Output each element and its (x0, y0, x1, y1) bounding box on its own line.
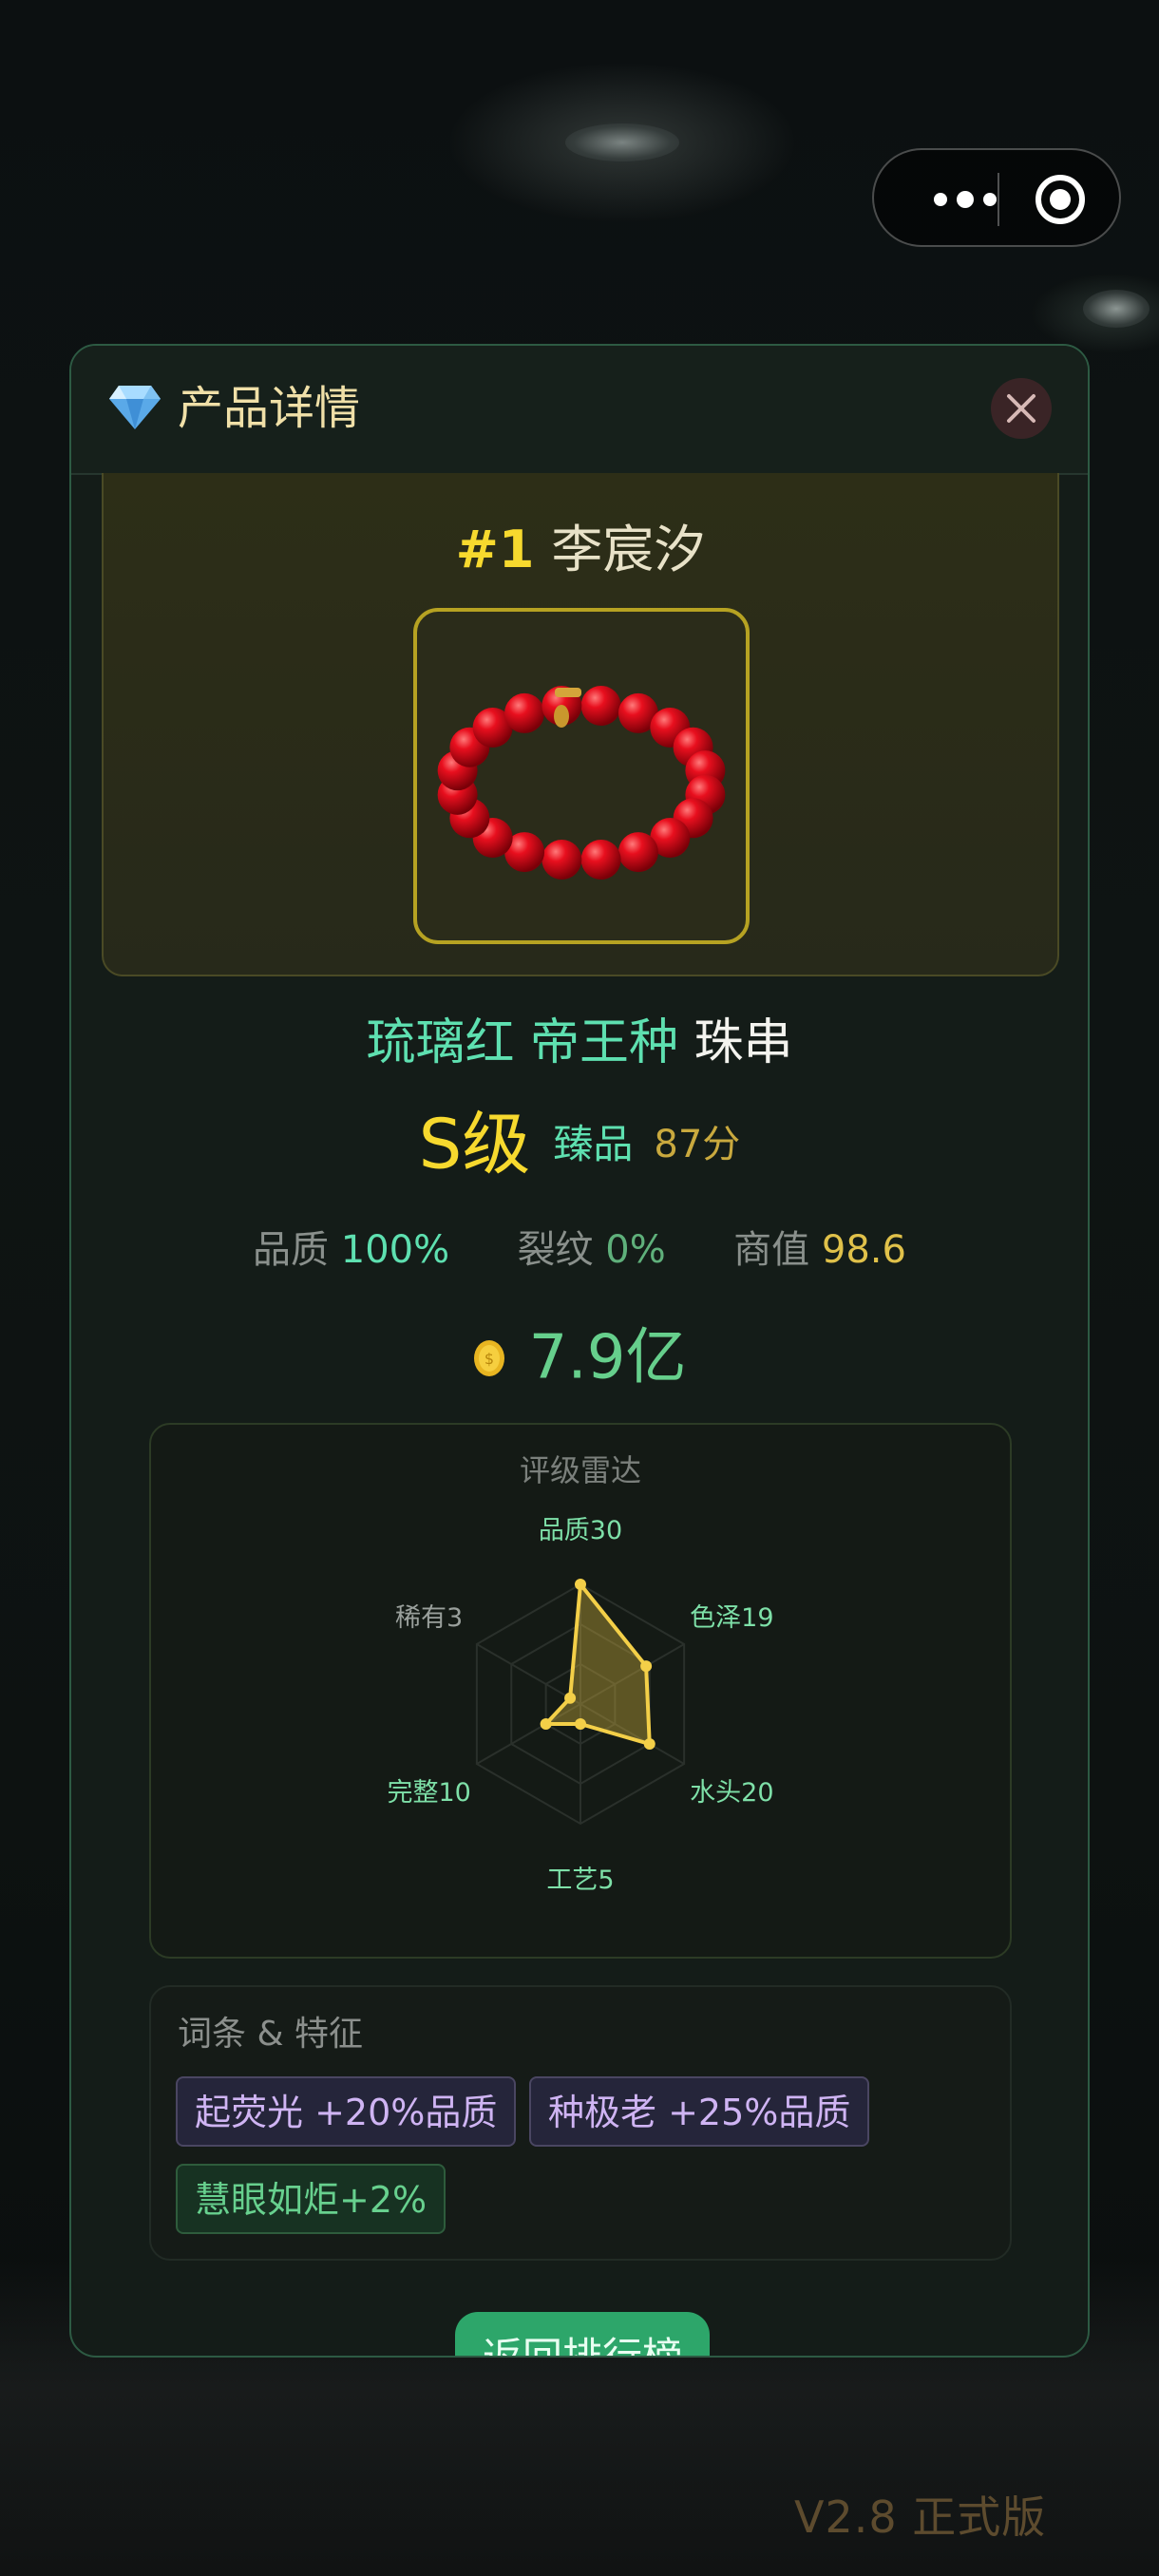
value-label: 商值 (733, 1228, 810, 1272)
modal-title: 产品详情 (178, 382, 361, 435)
radar-axis-label: 稀有3 (395, 1603, 463, 1633)
bracelet-image (437, 686, 726, 880)
crack-label: 裂纹 (517, 1228, 594, 1272)
radar-point (575, 1718, 586, 1730)
radar-axis-label: 水头20 (690, 1778, 773, 1808)
radar-axis-label: 色泽19 (690, 1603, 773, 1633)
bracelet-bead (618, 832, 658, 873)
stats-line: 品质 100% 裂纹 0% 商值 98.6 (71, 1223, 1088, 1277)
mini-program-capsule (872, 148, 1121, 247)
trait-chip: 起荧光 +20%品质 (176, 2076, 517, 2147)
tier-label: 臻品 (553, 1120, 634, 1167)
rank-line: #1 李宸汐 (104, 517, 1057, 583)
traits-title: 词条 & 特征 (178, 2015, 363, 2054)
target-circle-icon[interactable] (1034, 173, 1087, 226)
product-detail-modal: 产品详情 #1 李宸汐 琉璃红 帝王种 珠串 S级 臻品 87分 品质 100%… (69, 344, 1090, 2358)
capsule-divider (998, 173, 999, 226)
radar-data-area (542, 1579, 652, 1747)
coin-icon: $ (473, 1339, 504, 1376)
version-label: V2.8 正式版 (794, 2491, 1047, 2543)
rank-number: #1 (455, 520, 535, 579)
quality-label: 品质 (253, 1228, 330, 1272)
modal-header: 产品详情 (71, 346, 1088, 475)
product-type: 珠串 (678, 1014, 793, 1071)
svg-text:$: $ (484, 1350, 493, 1368)
grade-line: S级 臻品 87分 (71, 1106, 1088, 1183)
traits-card: 词条 & 特征 起荧光 +20%品质 种极老 +25%品质 慧眼如炬+2% (149, 1985, 1012, 2261)
radar-point (540, 1718, 552, 1730)
gem-icon (109, 386, 161, 429)
price-line: $ 7.9亿 (71, 1315, 1088, 1401)
radar-point (640, 1660, 653, 1673)
product-name: 琉璃红 帝王种 珠串 (71, 1011, 1088, 1075)
bracelet-bead (504, 692, 545, 733)
close-icon (1007, 394, 1036, 423)
crack-value: 0% (605, 1228, 666, 1272)
product-image-frame[interactable] (413, 608, 750, 944)
radar-point (643, 1738, 656, 1750)
radar-card: 评级雷达 品质30 色泽19 水头20 工艺5 完整10 稀有3 (149, 1423, 1012, 1959)
bracelet-bead (580, 839, 621, 880)
close-button[interactable] (991, 378, 1052, 439)
owner-name: 李宸汐 (551, 520, 706, 579)
radar-axis-label: 完整10 (387, 1778, 470, 1808)
trait-chip: 种极老 +25%品质 (529, 2076, 870, 2147)
value-value: 98.6 (821, 1228, 906, 1272)
more-dots-icon[interactable] (908, 180, 1022, 218)
product-variety: 琉璃红 帝王种 (366, 1014, 678, 1071)
quality-value: 100% (340, 1228, 450, 1272)
price-value: 7.9亿 (528, 1322, 687, 1393)
radar-axis-label: 工艺5 (546, 1866, 614, 1895)
radar-axis-label: 品质30 (539, 1516, 622, 1545)
return-leaderboard-button[interactable]: 返回排行榜 (455, 2312, 710, 2356)
ceiling-lamp (565, 123, 679, 161)
radar-point (575, 1579, 586, 1590)
bracelet-bead (580, 686, 621, 727)
radar-point (564, 1692, 577, 1704)
score-label: 87分 (654, 1122, 741, 1166)
trait-chip: 慧眼如炬+2% (176, 2164, 446, 2234)
radar-chart: 品质30 色泽19 水头20 工艺5 完整10 稀有3 (387, 1516, 773, 1895)
hero-panel: #1 李宸汐 (102, 473, 1059, 976)
wall-lamp (1083, 290, 1150, 328)
bracelet-bead (542, 839, 582, 880)
grade-label: S级 (418, 1104, 531, 1184)
